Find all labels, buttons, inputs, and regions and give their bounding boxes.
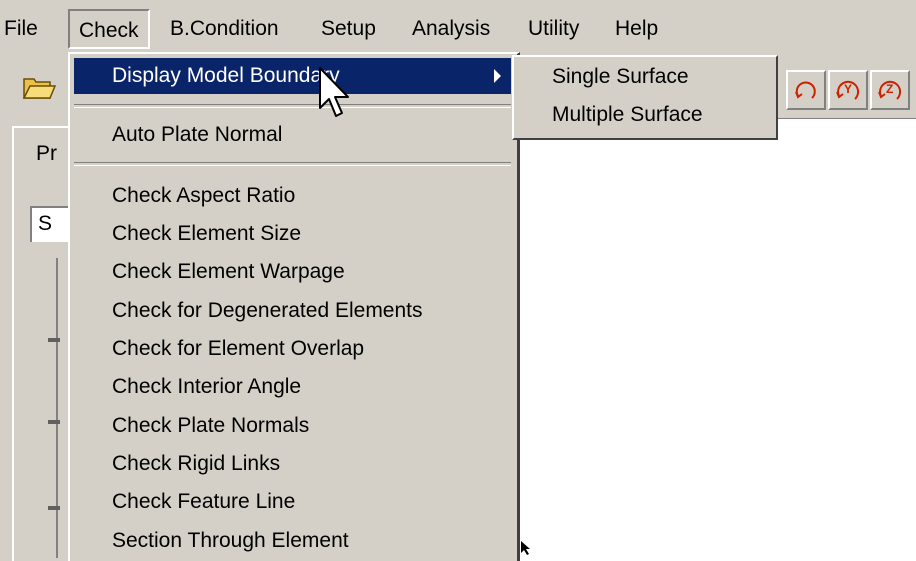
menu-item-check-degenerated-elements[interactable]: Check for Degenerated Elements: [74, 293, 511, 329]
menu-separator: [74, 162, 511, 166]
menu-item-check-element-size[interactable]: Check Element Size: [74, 216, 511, 252]
slider-track[interactable]: [56, 258, 58, 558]
panel-tab[interactable]: Pr: [36, 142, 57, 166]
check-menu-dropdown: Display Model Boundary Auto Plate Normal…: [68, 52, 520, 561]
menu-b-condition[interactable]: B.Condition: [170, 13, 279, 45]
menu-item-check-plate-normals[interactable]: Check Plate Normals: [74, 408, 511, 444]
rotate-y-label: Y: [844, 82, 852, 96]
small-pointer-icon: [521, 541, 530, 555]
menu-item-auto-plate-normal[interactable]: Auto Plate Normal: [74, 117, 511, 153]
display-model-boundary-submenu: Single Surface Multiple Surface: [512, 55, 778, 140]
menu-bar: File Check B.Condition Setup Analysis Ut…: [0, 0, 916, 56]
submenu-arrow-icon: [494, 69, 501, 83]
submenu-item-single-surface[interactable]: Single Surface: [552, 60, 689, 94]
open-file-button[interactable]: [16, 66, 62, 108]
submenu-item-multiple-surface[interactable]: Multiple Surface: [552, 98, 703, 132]
rotate-z-label: Z: [886, 82, 893, 96]
menu-item-check-feature-line[interactable]: Check Feature Line: [74, 484, 511, 520]
menu-file[interactable]: File: [4, 13, 38, 45]
menu-separator: [74, 104, 511, 108]
menu-utility[interactable]: Utility: [528, 13, 579, 45]
rotate-y-icon: Y: [836, 80, 860, 100]
menu-item-display-model-boundary[interactable]: Display Model Boundary: [74, 58, 511, 94]
menu-check[interactable]: Check: [68, 9, 150, 49]
rotate-y-button[interactable]: Y: [828, 70, 868, 110]
menu-help[interactable]: Help: [615, 13, 658, 45]
menu-item-section-through-element[interactable]: Section Through Element: [74, 523, 511, 559]
menu-item-check-rigid-links[interactable]: Check Rigid Links: [74, 446, 511, 482]
menu-item-check-element-warpage[interactable]: Check Element Warpage: [74, 254, 511, 290]
menu-item-check-aspect-ratio[interactable]: Check Aspect Ratio: [74, 178, 511, 214]
slider-tick: [48, 506, 60, 510]
menu-analysis[interactable]: Analysis: [412, 13, 490, 45]
rotate-icon: [795, 81, 816, 99]
rotate-button[interactable]: [786, 70, 826, 110]
menu-setup[interactable]: Setup: [321, 13, 376, 45]
slider-tick: [48, 420, 60, 424]
menu-item-check-interior-angle[interactable]: Check Interior Angle: [74, 369, 511, 405]
rotate-z-button[interactable]: Z: [870, 70, 910, 110]
slider-tick: [48, 338, 60, 342]
folder-open-icon: [22, 78, 56, 99]
rotate-z-icon: Z: [878, 80, 902, 100]
menu-item-check-element-overlap[interactable]: Check for Element Overlap: [74, 331, 511, 367]
menu-item-label: Display Model Boundary: [112, 64, 340, 87]
